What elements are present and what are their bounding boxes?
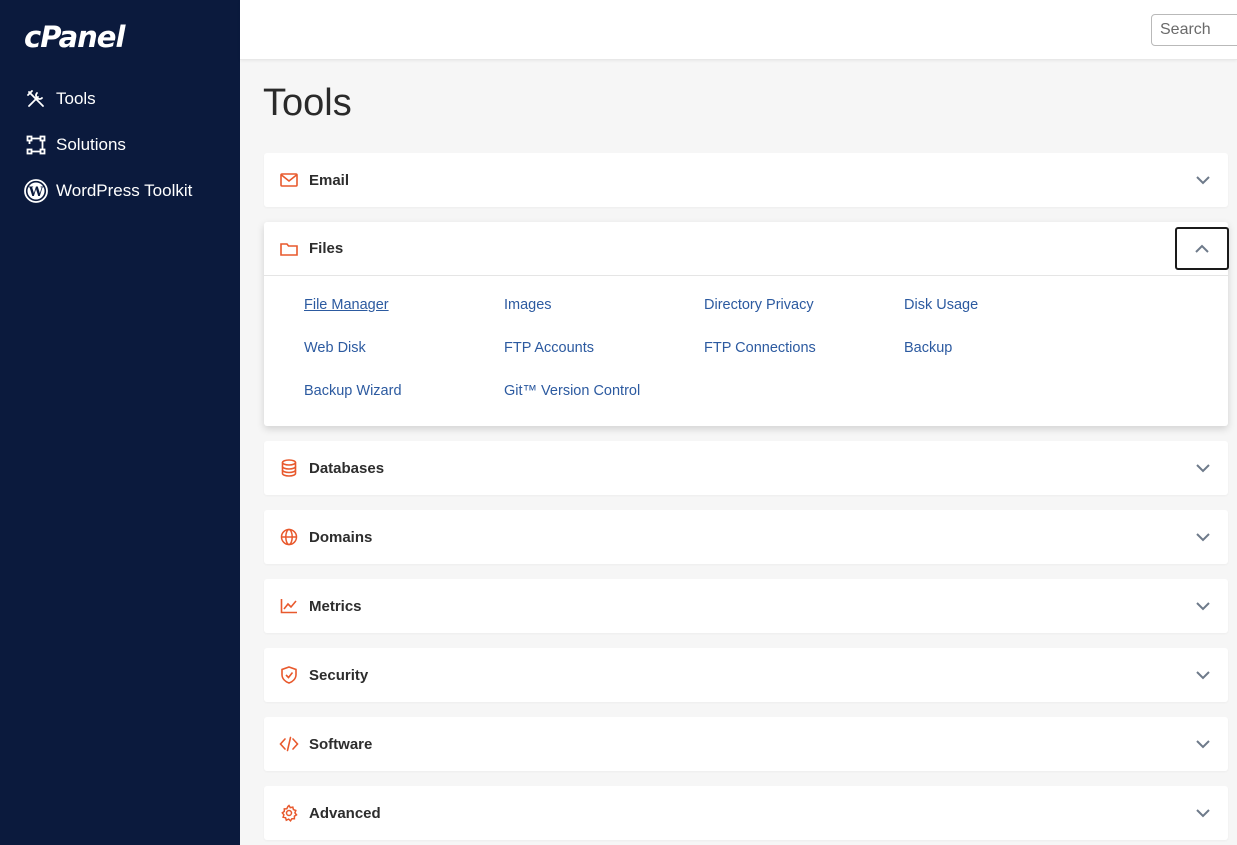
page-title: Tools xyxy=(263,82,352,124)
section-header-security[interactable]: Security xyxy=(264,648,1228,702)
link-git-version-control[interactable]: Git™ Version Control xyxy=(504,382,704,401)
sidebar-item-tools[interactable]: Tools xyxy=(0,76,240,122)
link-web-disk[interactable]: Web Disk xyxy=(304,339,504,358)
globe-icon xyxy=(279,527,299,547)
code-icon xyxy=(279,734,299,754)
chevron-down-icon[interactable] xyxy=(1194,804,1212,822)
sidebar-item-label: WordPress Toolkit xyxy=(56,181,193,200)
section-email: Email xyxy=(264,153,1228,207)
collapse-button[interactable] xyxy=(1175,227,1229,270)
chevron-down-icon[interactable] xyxy=(1194,528,1212,546)
section-advanced: Advanced xyxy=(264,786,1228,840)
tools-icon xyxy=(24,87,48,111)
link-directory-privacy[interactable]: Directory Privacy xyxy=(704,296,904,315)
sidebar: cPanel Tools Solutions W WordPress Toolk… xyxy=(0,0,240,845)
link-backup-wizard[interactable]: Backup Wizard xyxy=(304,382,504,401)
sidebar-item-label: Tools xyxy=(56,89,96,108)
database-icon xyxy=(279,458,299,478)
section-software: Software xyxy=(264,717,1228,771)
section-title: Email xyxy=(309,171,350,189)
link-ftp-accounts[interactable]: FTP Accounts xyxy=(504,339,704,358)
section-title: Advanced xyxy=(309,804,381,822)
chevron-down-icon[interactable] xyxy=(1194,597,1212,615)
sidebar-nav: Tools Solutions W WordPress Toolkit xyxy=(0,76,240,214)
shield-icon xyxy=(279,665,299,685)
chevron-down-icon[interactable] xyxy=(1194,735,1212,753)
link-backup[interactable]: Backup xyxy=(904,339,1104,358)
top-bar xyxy=(240,0,1237,60)
sidebar-item-solutions[interactable]: Solutions xyxy=(0,122,240,168)
section-title: Domains xyxy=(309,528,373,546)
chart-icon xyxy=(279,596,299,616)
sidebar-item-wordpress-toolkit[interactable]: W WordPress Toolkit xyxy=(0,168,240,214)
gear-icon xyxy=(279,803,299,823)
link-ftp-connections[interactable]: FTP Connections xyxy=(704,339,904,358)
link-images[interactable]: Images xyxy=(504,296,704,315)
chevron-up-icon xyxy=(1195,244,1209,253)
mail-icon xyxy=(279,170,299,190)
section-title: Security xyxy=(309,666,369,684)
cpanel-logo[interactable]: cPanel xyxy=(24,20,125,54)
section-title: Metrics xyxy=(309,597,362,615)
section-header-email[interactable]: Email xyxy=(264,153,1228,207)
section-header-software[interactable]: Software xyxy=(264,717,1228,771)
section-header-advanced[interactable]: Advanced xyxy=(264,786,1228,840)
files-links: File Manager Images Directory Privacy Di… xyxy=(264,276,1228,426)
svg-text:W: W xyxy=(28,185,44,200)
section-header-metrics[interactable]: Metrics xyxy=(264,579,1228,633)
section-domains: Domains xyxy=(264,510,1228,564)
chevron-down-icon[interactable] xyxy=(1194,459,1212,477)
sidebar-item-label: Solutions xyxy=(56,135,126,154)
wordpress-icon: W xyxy=(24,179,48,203)
section-security: Security xyxy=(264,648,1228,702)
solutions-icon xyxy=(24,133,48,157)
section-title: Software xyxy=(309,735,373,753)
section-header-domains[interactable]: Domains xyxy=(264,510,1228,564)
section-header-files[interactable]: Files xyxy=(264,222,1229,276)
folder-icon xyxy=(279,239,299,259)
section-title: Databases xyxy=(309,459,385,477)
search-input[interactable] xyxy=(1151,14,1237,46)
link-disk-usage[interactable]: Disk Usage xyxy=(904,296,1104,315)
chevron-down-icon[interactable] xyxy=(1194,666,1212,684)
section-metrics: Metrics xyxy=(264,579,1228,633)
section-header-databases[interactable]: Databases xyxy=(264,441,1228,495)
section-title: Files xyxy=(309,240,344,257)
section-databases: Databases xyxy=(264,441,1228,495)
link-file-manager[interactable]: File Manager xyxy=(304,296,504,315)
section-files: Files File Manager Images Directory Priv… xyxy=(264,222,1229,426)
chevron-down-icon[interactable] xyxy=(1194,171,1212,189)
